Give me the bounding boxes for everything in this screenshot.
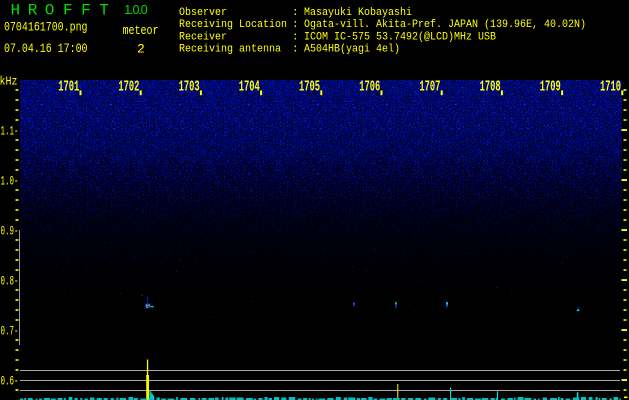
svg-text:07.04.16 17:00: 07.04.16 17:00 bbox=[4, 41, 88, 56]
svg-text:1705: 1705 bbox=[299, 79, 320, 96]
svg-text:0704161700.png: 0704161700.png bbox=[4, 20, 88, 35]
svg-text:1.0-: 1.0- bbox=[1, 173, 19, 188]
svg-text:kHz: kHz bbox=[0, 75, 18, 89]
svg-text:1707: 1707 bbox=[419, 79, 440, 96]
svg-text:F: F bbox=[63, 1, 73, 19]
svg-text:1702: 1702 bbox=[118, 79, 139, 96]
svg-text:0.7-: 0.7- bbox=[1, 323, 19, 338]
svg-text:0.8-: 0.8- bbox=[1, 273, 19, 288]
svg-text:0.9-: 0.9- bbox=[1, 223, 19, 238]
svg-text:1703: 1703 bbox=[179, 79, 200, 96]
svg-text:1706: 1706 bbox=[359, 79, 380, 96]
svg-text:R: R bbox=[28, 1, 38, 19]
svg-text:T: T bbox=[99, 1, 109, 19]
svg-text:H: H bbox=[11, 1, 21, 19]
svg-text::: : bbox=[292, 44, 299, 56]
svg-text:1.1-: 1.1- bbox=[1, 123, 19, 138]
svg-text:1708: 1708 bbox=[480, 79, 501, 96]
svg-text:Receiving antenna: Receiving antenna bbox=[179, 44, 281, 56]
svg-text:Receiving Location: Receiving Location bbox=[179, 19, 287, 31]
svg-text:0.6-: 0.6- bbox=[1, 373, 19, 388]
svg-text:1709: 1709 bbox=[540, 79, 561, 96]
svg-text:A504HB(yagi 4el): A504HB(yagi 4el) bbox=[304, 44, 400, 56]
svg-text:O: O bbox=[45, 1, 55, 19]
svg-text::: : bbox=[292, 19, 299, 31]
svg-text:ICOM IC-575 53.7492(@LCD)MHz U: ICOM IC-575 53.7492(@LCD)MHz USB bbox=[304, 32, 496, 44]
svg-text:Receiver: Receiver bbox=[179, 32, 227, 44]
svg-text:1701: 1701 bbox=[58, 79, 79, 96]
svg-text:Observer: Observer bbox=[179, 7, 227, 19]
svg-text:meteor: meteor bbox=[123, 23, 159, 38]
svg-text:1.0.0: 1.0.0 bbox=[124, 3, 147, 17]
svg-text:Ogata-vill. Akita-Pref. JAPAN: Ogata-vill. Akita-Pref. JAPAN (139.96E, … bbox=[304, 19, 586, 31]
svg-text:2: 2 bbox=[137, 41, 145, 56]
svg-text:Masayuki Kobayashi: Masayuki Kobayashi bbox=[304, 7, 412, 19]
svg-text::: : bbox=[292, 7, 299, 19]
svg-text:1710: 1710 bbox=[600, 79, 621, 96]
svg-text:F: F bbox=[81, 1, 91, 19]
svg-text:1704: 1704 bbox=[239, 79, 260, 96]
svg-text::: : bbox=[292, 32, 299, 44]
